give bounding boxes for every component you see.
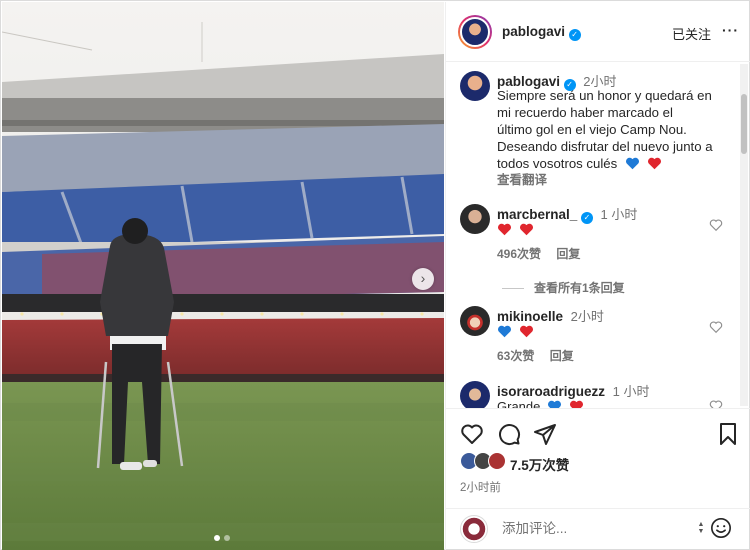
like-icon[interactable] bbox=[460, 422, 484, 446]
comment-meta: 63次赞 回复 bbox=[497, 347, 586, 364]
comment-header: marcbernal_ ✓ 1 小时 bbox=[497, 204, 637, 224]
see-translation-link[interactable]: 查看翻译 bbox=[497, 169, 547, 188]
red-heart-icon bbox=[498, 223, 511, 236]
like-comment-icon[interactable] bbox=[709, 399, 723, 408]
caption-avatar[interactable] bbox=[460, 71, 490, 101]
following-button[interactable]: 已关注 bbox=[672, 24, 711, 43]
comment-input[interactable] bbox=[502, 521, 682, 536]
comment-time: 1 小时 bbox=[612, 384, 650, 399]
comment-text-content: Grande bbox=[497, 399, 541, 408]
comment-text: Grande bbox=[497, 399, 587, 408]
more-options-icon[interactable]: ··· bbox=[722, 22, 739, 38]
reply-button[interactable]: 回复 bbox=[550, 349, 574, 363]
view-replies-link[interactable]: 查看所有1条回复 bbox=[502, 279, 625, 296]
commenter-username[interactable]: isoraroadriguezz bbox=[497, 384, 605, 399]
post-photo[interactable]: › bbox=[2, 2, 444, 550]
caption-line: Deseando disfrutar del nuevo junto a bbox=[497, 139, 713, 154]
next-photo-button[interactable]: › bbox=[412, 268, 434, 290]
liker-avatar bbox=[488, 452, 506, 470]
post-timestamp: 2小时前 bbox=[460, 482, 501, 494]
red-heart-icon bbox=[647, 157, 661, 170]
share-icon[interactable] bbox=[533, 422, 557, 446]
emoji-icon[interactable] bbox=[710, 517, 732, 539]
input-stepper-icon[interactable]: ▲ ▼ bbox=[696, 521, 706, 537]
comment-header: mikinoelle 2小时 bbox=[497, 306, 604, 325]
post-actions: 7.5万次赞 2小时前 bbox=[446, 408, 750, 508]
likes-count[interactable]: 7.5万次赞 bbox=[510, 454, 569, 474]
comment-text bbox=[497, 324, 537, 339]
comments-scrollbar[interactable] bbox=[740, 64, 748, 406]
author-name-row: pablogavi ✓ bbox=[502, 24, 581, 41]
carousel-dot bbox=[224, 535, 230, 541]
comment-likes[interactable]: 496次赞 bbox=[497, 247, 541, 261]
like-comment-icon[interactable] bbox=[709, 320, 723, 334]
carousel-dot-active bbox=[214, 535, 220, 541]
verified-icon: ✓ bbox=[580, 212, 593, 224]
red-heart-icon bbox=[519, 223, 533, 236]
comment-likes[interactable]: 63次赞 bbox=[497, 349, 534, 363]
caption-line: último gol en el viejo Camp Nou. bbox=[497, 122, 687, 137]
blue-heart-icon bbox=[548, 400, 561, 408]
commenter-avatar[interactable] bbox=[460, 204, 490, 234]
comment-header: isoraroadriguezz 1 小时 bbox=[497, 381, 650, 400]
current-user-avatar[interactable] bbox=[460, 515, 488, 543]
red-heart-icon bbox=[519, 325, 533, 338]
commenter-avatar[interactable] bbox=[460, 306, 490, 336]
comment-meta: 496次赞 回复 bbox=[497, 245, 592, 262]
bookmark-icon[interactable] bbox=[716, 422, 740, 446]
blue-heart-icon bbox=[498, 325, 511, 338]
blue-heart-icon bbox=[625, 157, 639, 170]
like-comment-icon[interactable] bbox=[709, 218, 723, 232]
carousel-indicator bbox=[214, 535, 230, 541]
comment-icon[interactable] bbox=[497, 422, 521, 446]
commenter-username[interactable]: marcbernal_ bbox=[497, 207, 577, 222]
post-header: pablogavi ✓ 已关注 ··· bbox=[446, 2, 750, 62]
comment-text bbox=[497, 222, 537, 237]
verified-icon: ✓ bbox=[568, 29, 581, 41]
commenter-avatar[interactable] bbox=[460, 381, 490, 408]
author-avatar[interactable] bbox=[458, 15, 492, 49]
reply-button[interactable]: 回复 bbox=[556, 247, 580, 261]
author-username[interactable]: pablogavi bbox=[502, 24, 565, 39]
comment-time: 2小时 bbox=[570, 309, 604, 324]
red-heart-icon bbox=[569, 400, 583, 408]
comments-section[interactable]: pablogavi ✓ 2小时 Siempre será un honor y … bbox=[446, 63, 750, 408]
stadium-image bbox=[2, 2, 444, 550]
post-sidebar: pablogavi ✓ 已关注 ··· pablogavi ✓ 2小时 Siem… bbox=[445, 2, 750, 550]
caption-line: mi recuerdo haber marcado el bbox=[497, 105, 673, 120]
add-comment-bar: ▲▼ bbox=[446, 508, 750, 550]
comment-time: 1 小时 bbox=[600, 207, 638, 222]
liker-avatars bbox=[460, 452, 514, 472]
caption-line: Siempre será un honor y quedará en bbox=[497, 88, 712, 103]
caption-text: Siempre será un honor y quedará en mi re… bbox=[497, 87, 729, 172]
post-dialog: › pablogavi ✓ 已关注 ··· pablogavi ✓ 2小时 Si… bbox=[0, 0, 750, 550]
scrollbar-thumb[interactable] bbox=[741, 94, 747, 154]
commenter-username[interactable]: mikinoelle bbox=[497, 309, 563, 324]
